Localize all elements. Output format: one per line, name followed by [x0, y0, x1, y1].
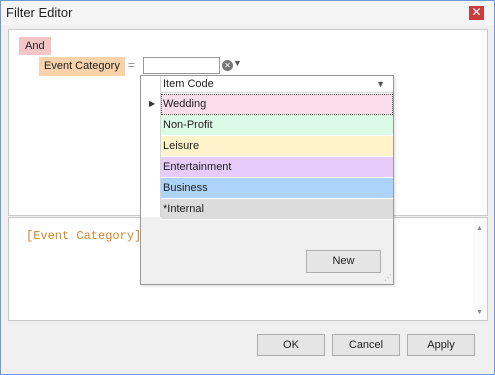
lookup-grid: Item Code ▼ ▶ Wedding Non-Profit Leisure En… — [141, 76, 393, 220]
title-bar: Filter Editor ✕ — [1, 1, 494, 25]
column-header[interactable]: Item Code ▼ — [161, 76, 393, 93]
chevron-down-icon[interactable]: ▼ — [233, 58, 242, 68]
expression-text: [Event Category] — [26, 229, 142, 243]
operator-node[interactable]: = — [128, 58, 135, 72]
list-item-label: Leisure — [163, 140, 200, 152]
vertical-scrollbar[interactable]: ▲ ▼ — [473, 218, 487, 320]
list-item-label: Wedding — [163, 98, 207, 110]
list-item[interactable]: *Internal — [161, 199, 393, 220]
list-item[interactable]: Wedding — [161, 94, 393, 115]
list-item[interactable]: Non-Profit — [161, 115, 393, 136]
ok-button[interactable]: OK — [257, 334, 325, 356]
scroll-down-icon[interactable]: ▼ — [476, 309, 483, 316]
list-item[interactable]: Entertainment — [161, 157, 393, 178]
column-header-label: Item Code — [163, 78, 214, 90]
scroll-up-icon[interactable]: ▲ — [476, 225, 483, 232]
list-item-label: Entertainment — [163, 161, 232, 173]
list-item-label: Non-Profit — [163, 119, 213, 131]
list-item[interactable]: Business — [161, 178, 393, 199]
close-button[interactable]: ✕ — [469, 6, 484, 20]
resize-grip-icon[interactable]: ⋰ — [384, 273, 392, 282]
list-item[interactable]: Leisure — [161, 136, 393, 157]
field-node[interactable]: Event Category — [39, 57, 125, 76]
list-item-label: *Internal — [163, 203, 204, 215]
filter-editor-window: Filter Editor ✕ And Event Category = ✕ ▼… — [0, 0, 495, 375]
row-indicator-column — [141, 76, 161, 217]
list-item-label: Business — [163, 182, 208, 194]
apply-button[interactable]: Apply — [407, 334, 475, 356]
cancel-button[interactable]: Cancel — [332, 334, 400, 356]
group-operator-node[interactable]: And — [19, 37, 51, 55]
lookup-dropdown-popup: Item Code ▼ ▶ Wedding Non-Profit Leisure En… — [140, 75, 394, 285]
window-title: Filter Editor — [6, 5, 73, 20]
new-button[interactable]: New — [306, 250, 381, 273]
dialog-button-bar: OK Cancel Apply — [1, 322, 494, 374]
sort-arrow-icon[interactable]: ▼ — [376, 79, 385, 89]
value-input[interactable] — [143, 57, 220, 74]
current-row-icon: ▶ — [149, 99, 156, 108]
clear-icon[interactable]: ✕ — [222, 60, 233, 71]
